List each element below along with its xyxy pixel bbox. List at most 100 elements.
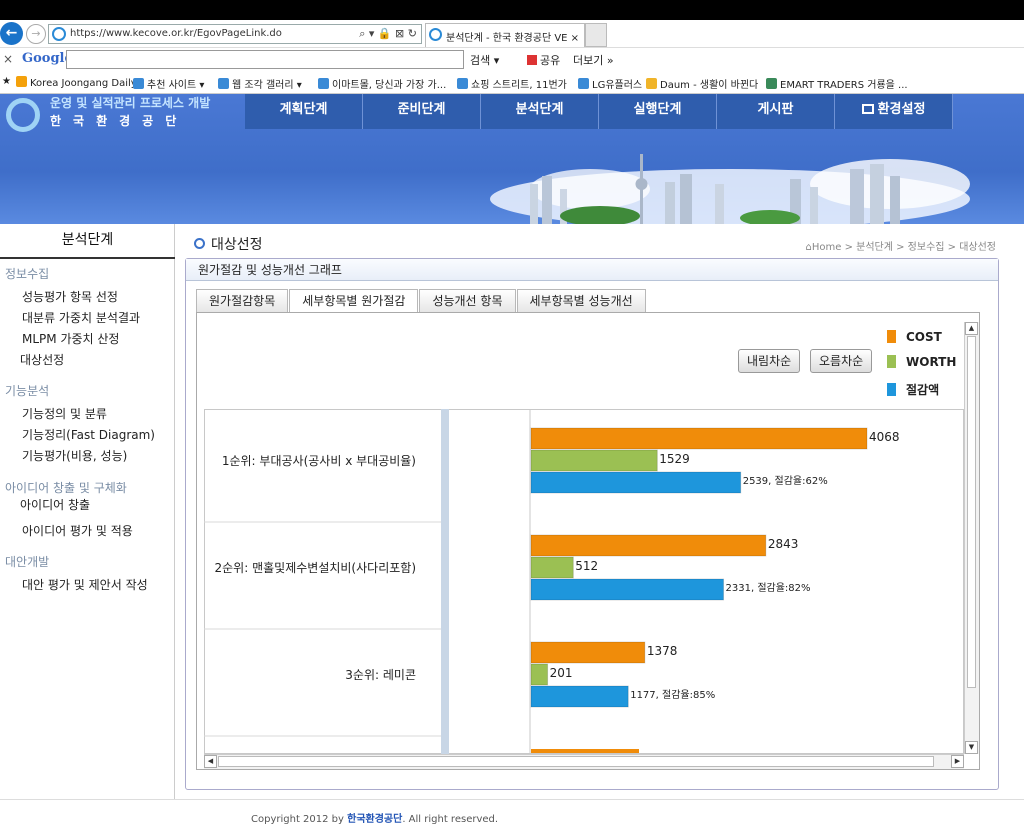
- sidebar-section[interactable]: 아이디어 창출 및 구체화: [5, 479, 127, 496]
- copyright-org[interactable]: 한국환경공단: [347, 814, 402, 825]
- horizontal-scrollbar[interactable]: ◀ ▶: [204, 754, 964, 769]
- vertical-scrollbar[interactable]: ▲ ▼: [964, 322, 979, 754]
- forward-button[interactable]: →: [26, 24, 46, 44]
- favorite-label: 이마트몰, 당신과 가장 가...: [332, 80, 447, 91]
- tab-3[interactable]: 세부항목별 성능개선: [516, 289, 646, 312]
- favorites-star-icon[interactable]: ★: [2, 76, 11, 87]
- nav-label: 계획단계: [279, 102, 328, 117]
- category-separator: [441, 409, 449, 754]
- logo-subtitle: 운영 및 실적관리 프로세스 개발: [50, 96, 211, 110]
- address-bar[interactable]: https://www.kecove.or.kr/EgovPageLink.do…: [48, 24, 422, 44]
- nav-label: 환경설정: [877, 102, 926, 117]
- sidebar-section[interactable]: 정보수집: [5, 265, 49, 282]
- favorites-bar: ★ Korea Joongang Daily 추천 사이트 ▾ 웹 조각 갤러리 ▾…: [0, 71, 1024, 94]
- nav-item-4[interactable]: 게시판: [717, 94, 835, 129]
- scroll-left-icon[interactable]: ◀: [204, 755, 217, 768]
- legend-label: WORTH: [906, 355, 957, 369]
- data-label: 1378: [647, 644, 678, 658]
- tab-2[interactable]: 성능개선 항목: [419, 289, 516, 312]
- sort-asc-button[interactable]: 오름차순: [810, 349, 873, 373]
- breadcrumb-text[interactable]: Home > 분석단계 > 정보수집 > 대상선정: [812, 242, 996, 253]
- tab-1[interactable]: 세부항목별 원가절감: [289, 289, 419, 313]
- favorite-link[interactable]: Daum - 생활이 바뀐다: [646, 76, 758, 91]
- bar-chart: 1순위: 부대공사(공사비 x 부대공비율) 4068 1529 2539, 절감율:…: [204, 409, 964, 754]
- favorite-icon: [318, 78, 329, 89]
- data-label: 1177, 절감율:85%: [630, 688, 715, 701]
- scroll-down-icon[interactable]: ▼: [965, 741, 978, 754]
- bar: [530, 578, 725, 601]
- bar: [530, 663, 549, 686]
- sidebar: 분석단계 정보수집성능평가 항목 선정대분류 가중치 분석결과 MLPM 가중치 …: [0, 224, 175, 799]
- breadcrumb: ⌂Home > 분석단계 > 정보수집 > 대상선정: [806, 238, 997, 253]
- favorite-link[interactable]: 쇼핑 스트리트, 11번가: [457, 76, 567, 91]
- nav-item-1[interactable]: 준비단계: [363, 94, 481, 129]
- favorite-icon: [133, 78, 144, 89]
- share-button[interactable]: 공유: [527, 52, 560, 68]
- legend-item: COST: [887, 330, 942, 344]
- sidebar-section[interactable]: 기능분석: [5, 382, 49, 399]
- favorite-link[interactable]: LG유플러스: [578, 76, 642, 91]
- scroll-right-icon[interactable]: ▶: [951, 755, 964, 768]
- browser-tab-title: 분석단계 - 한국 환경공단 VE ×: [446, 33, 580, 44]
- google-search-button[interactable]: 검색 ▾: [470, 52, 499, 68]
- sidebar-item[interactable]: MLPM 가중치 산정: [22, 330, 119, 347]
- close-icon[interactable]: ×: [3, 52, 13, 66]
- sidebar-item[interactable]: 기능평가(비용, 성능): [22, 447, 127, 464]
- favorite-icon: [16, 76, 27, 87]
- favorite-label: LG유플러스: [592, 80, 643, 91]
- data-label: 1529: [659, 452, 690, 466]
- window-top-bar: [0, 0, 1024, 20]
- copyright-suffix: . All right reserved.: [402, 814, 499, 825]
- address-tools[interactable]: ⌕ ▾ 🔒 ⊠ ↻: [359, 27, 417, 41]
- favorite-label: Korea Joongang Daily: [30, 78, 137, 89]
- bar-partial: [531, 749, 639, 753]
- favorite-link[interactable]: EMART TRADERS 거룡을 ...: [766, 76, 908, 91]
- data-label: 512: [575, 559, 598, 573]
- nav-item-5[interactable]: 환경설정: [835, 94, 953, 129]
- new-tab-button[interactable]: [585, 23, 607, 47]
- data-label: 2843: [768, 537, 799, 551]
- back-button[interactable]: ←: [0, 22, 23, 45]
- favorite-icon: [766, 78, 777, 89]
- hscroll-thumb[interactable]: [218, 756, 934, 767]
- nav-item-3[interactable]: 실행단계: [599, 94, 717, 129]
- logo-title: 한국환경공단: [50, 114, 189, 128]
- nav-item-2[interactable]: 분석단계: [481, 94, 599, 129]
- logo-icon: [6, 98, 40, 132]
- nav-label: 분석단계: [515, 102, 564, 117]
- favorite-link[interactable]: Korea Joongang Daily: [16, 76, 137, 89]
- more-button[interactable]: 더보기 »: [573, 52, 614, 68]
- legend-swatch: [887, 383, 896, 396]
- sidebar-item[interactable]: 대분류 가중치 분석결과: [22, 309, 140, 326]
- sidebar-item[interactable]: 기능정리(Fast Diagram): [22, 426, 155, 443]
- favorite-label: EMART TRADERS 거룡을 ...: [780, 80, 908, 91]
- scrollbar-thumb[interactable]: [967, 336, 976, 688]
- scroll-up-icon[interactable]: ▲: [965, 322, 978, 335]
- browser-tab[interactable]: 분석단계 - 한국 환경공단 VE ×: [425, 23, 585, 47]
- sidebar-item[interactable]: 아이디어 평가 및 적용: [22, 522, 133, 539]
- tab-0[interactable]: 원가절감항목: [196, 289, 289, 312]
- sidebar-title: 분석단계: [0, 224, 175, 259]
- page-title: 대상선정: [194, 234, 263, 254]
- nav-label: 실행단계: [633, 102, 682, 117]
- sidebar-item[interactable]: 기능정의 및 분류: [22, 405, 107, 422]
- favorite-label: 쇼핑 스트리트, 11번가: [471, 80, 567, 91]
- ie-icon: [429, 28, 442, 41]
- bar: [530, 534, 767, 557]
- favorite-link[interactable]: 이마트몰, 당신과 가장 가...: [318, 76, 446, 91]
- favorite-link[interactable]: 추천 사이트 ▾: [133, 76, 204, 91]
- sidebar-section[interactable]: 대안개발: [5, 553, 49, 570]
- sidebar-item[interactable]: 대안 평가 및 제안서 작성: [22, 576, 148, 593]
- favorite-icon: [646, 78, 657, 89]
- category-label: 2순위: 맨홀및제수변설치비(사다리포함): [215, 561, 417, 575]
- sort-desc-button[interactable]: 내림차순: [738, 349, 801, 373]
- google-search-input[interactable]: [66, 50, 464, 69]
- sidebar-item[interactable]: 대상선정: [20, 351, 64, 368]
- favorite-link[interactable]: 웹 조각 갤러리 ▾: [218, 76, 302, 91]
- nav-item-0[interactable]: 계획단계: [245, 94, 363, 129]
- sidebar-item[interactable]: 성능평가 항목 선정: [22, 288, 118, 305]
- share-icon: [527, 55, 537, 65]
- category-label: 1순위: 부대공사(공사비 x 부대공비율): [222, 454, 416, 468]
- copyright-prefix: Copyright 2012 by: [251, 814, 348, 825]
- sidebar-item[interactable]: 아이디어 창출: [20, 496, 90, 513]
